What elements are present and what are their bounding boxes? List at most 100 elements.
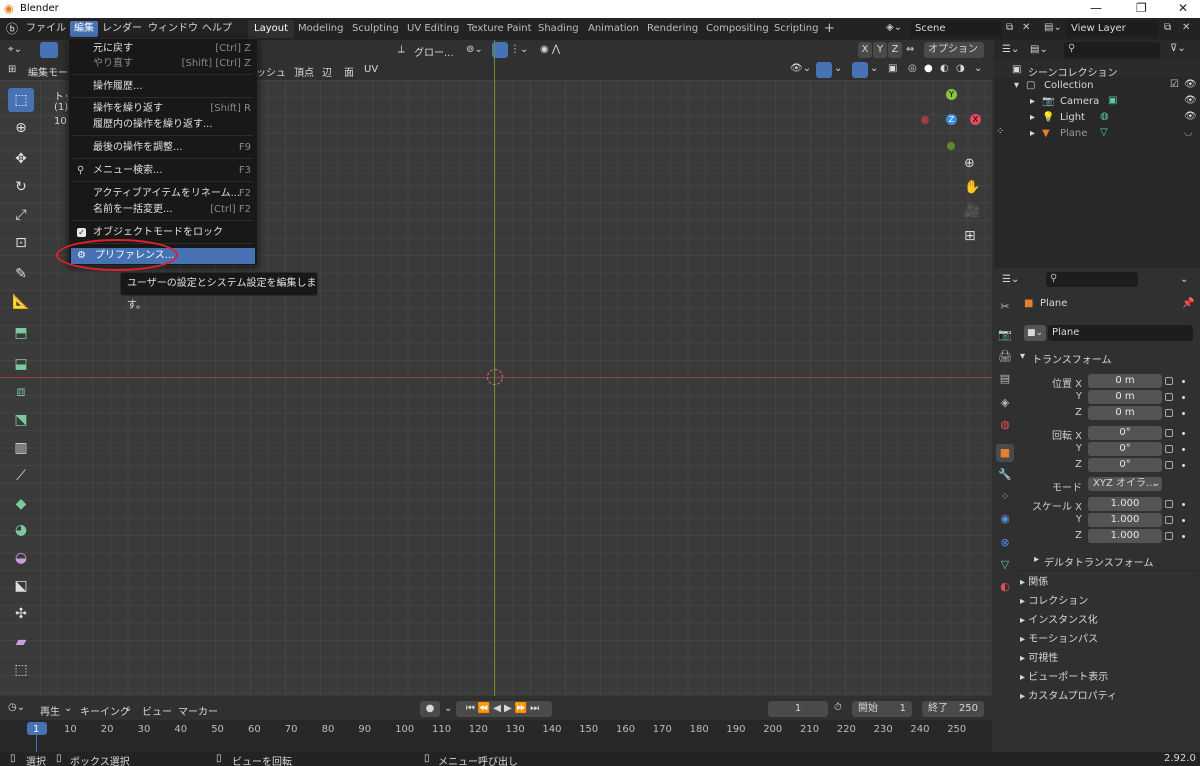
rotation-x-field[interactable]: 0° (1088, 426, 1162, 440)
visibility-icon[interactable]: 👁⌄ (790, 63, 811, 74)
output-tab-icon[interactable]: 🖨 (996, 348, 1014, 366)
constraints-tab-icon[interactable]: ⊗ (996, 534, 1014, 552)
camera-data-icon[interactable]: ▣ (1108, 95, 1117, 106)
gizmo-y-icon[interactable]: Y (946, 89, 957, 100)
menu-item-undo[interactable]: 元に戻す [Ctrl] Z (69, 41, 257, 57)
menu-help[interactable]: ヘルプ (198, 21, 236, 37)
edge-slide-tool-icon[interactable]: ⬕ (8, 574, 34, 598)
snap-target-icon[interactable]: ⋮⌄ (510, 44, 528, 55)
rendered-shading-icon[interactable]: ◑ (956, 63, 965, 74)
smooth-tool-icon[interactable]: ◒ (8, 546, 34, 570)
pin-icon[interactable]: 📌 (1182, 298, 1194, 309)
menu-view[interactable]: ビュー (142, 703, 172, 718)
tab-animation[interactable]: Animation (582, 20, 645, 38)
lock-icon[interactable] (1165, 393, 1173, 401)
close-icon[interactable]: ✕ (1178, 1, 1188, 15)
record-icon[interactable]: ● (420, 701, 440, 717)
solid-shading-icon[interactable]: ● (924, 63, 933, 74)
outliner-editor-icon[interactable]: ☰⌄ (1002, 44, 1019, 55)
shear-tool-icon[interactable]: ▰ (8, 630, 34, 654)
editor-type-icon[interactable]: ⌖⌄ (8, 44, 22, 55)
menu-item-repeat-last[interactable]: 操作を繰り返す [Shift] R (69, 101, 257, 117)
menu-playback[interactable]: 再生 (40, 703, 60, 718)
lock-icon[interactable] (1165, 516, 1173, 524)
material-tab-icon[interactable]: ◐ (996, 578, 1014, 596)
shading-options-icon[interactable]: ⌄ (974, 63, 982, 74)
camera-label[interactable]: Camera (1060, 96, 1099, 107)
menu-uv[interactable]: UV (364, 64, 378, 75)
menu-mesh[interactable]: ッシュ (256, 64, 286, 79)
lock-icon[interactable] (1165, 409, 1173, 417)
gizmo-z-icon[interactable]: Z (946, 114, 957, 125)
lock-icon[interactable] (1165, 532, 1173, 540)
annotate-tool-icon[interactable]: ✎ (8, 262, 34, 286)
mirror-y-button[interactable]: Y (873, 42, 887, 58)
lock-icon[interactable] (1165, 377, 1173, 385)
properties-options-icon[interactable]: ⌄ (1180, 274, 1188, 285)
plane-eye-hidden-icon[interactable]: ◡ (1184, 127, 1193, 138)
proportional-edit-icon[interactable]: ◉ ⋀ (540, 44, 560, 55)
stopwatch-icon[interactable]: ⏱ (834, 702, 842, 713)
tab-sculpting[interactable]: Sculpting (346, 20, 405, 38)
menu-item-redo[interactable]: やり直す [Shift] [Ctrl] Z (69, 56, 257, 72)
view-icon[interactable]: ⊞ (8, 64, 16, 75)
tool-tab-icon[interactable]: ✂ (996, 298, 1014, 316)
modifier-tab-icon[interactable]: 🔧 (996, 466, 1014, 484)
extrude-tool-icon[interactable]: ⬓ (8, 352, 34, 376)
menu-item-adjust-last[interactable]: 最後の操作を調整... F9 (69, 140, 257, 156)
plane-mesh-icon[interactable]: ▽ (1100, 127, 1108, 138)
options-dropdown[interactable]: オプション ⌄ (924, 42, 984, 71)
wireframe-shading-icon[interactable]: ◎ (908, 63, 917, 74)
visibility-panel[interactable]: ▸ 可視性 (1020, 649, 1058, 664)
menu-item-search[interactable]: ⚲ メニュー検索... F3 (69, 163, 257, 179)
view-layer-field[interactable]: View Layer (1066, 21, 1158, 37)
add-cube-tool-icon[interactable]: ⬒ (8, 321, 34, 345)
gizmo-neg-x-icon[interactable] (921, 116, 929, 124)
lock-icon[interactable] (1165, 445, 1173, 453)
timeline-editor-icon[interactable]: ◷⌄ (8, 702, 25, 713)
gizmo-toggle-icon[interactable] (816, 62, 832, 78)
delta-transform-panel[interactable]: デルタトランスフォーム (1044, 554, 1154, 569)
menu-item-undo-history[interactable]: 操作履歴... (69, 79, 257, 95)
spin-tool-icon[interactable]: ◕ (8, 518, 34, 542)
object-name-field[interactable]: Plane (1048, 325, 1193, 341)
tab-uv-editing[interactable]: UV Editing (401, 20, 465, 38)
motion-paths-panel[interactable]: ▸ モーションパス (1020, 630, 1098, 645)
pan-hand-icon[interactable]: ✋ (964, 180, 980, 195)
keyframe-dot-icon[interactable] (1182, 412, 1185, 415)
knife-tool-icon[interactable]: ⟋ (8, 464, 34, 488)
outliner-search-input[interactable]: ⚲ (1064, 42, 1160, 58)
mirror-options-icon[interactable]: ⇔ (906, 44, 914, 55)
tab-shading[interactable]: Shading (532, 20, 585, 38)
xray-icon[interactable]: ▣ (888, 63, 897, 74)
rotate-tool-icon[interactable]: ↻ (8, 175, 34, 199)
shrink-tool-icon[interactable]: ✣ (8, 602, 34, 626)
scene-icon[interactable]: ◈⌄ (886, 22, 902, 33)
lock-icon[interactable] (1165, 461, 1173, 469)
menu-item-lock-object-mode[interactable]: ✓ オブジェクトモードをロック (69, 225, 257, 241)
properties-editor-icon[interactable]: ☰⌄ (1002, 274, 1019, 285)
lock-icon[interactable] (1165, 429, 1173, 437)
checkbox-checked-icon[interactable]: ✓ (77, 228, 86, 237)
transform-panel-title[interactable]: トランスフォーム (1032, 351, 1112, 366)
minimize-icon[interactable]: — (1090, 1, 1102, 15)
display-mode-icon[interactable]: ▤⌄ (1030, 44, 1048, 55)
end-frame-field[interactable]: 終了 250 (922, 701, 984, 717)
scene-name-field[interactable]: Scene (910, 21, 1002, 37)
collection-checkbox-icon[interactable]: ☑ (1170, 79, 1179, 90)
poly-build-tool-icon[interactable]: ◆ (8, 492, 34, 516)
menu-marker[interactable]: マーカー (178, 703, 218, 718)
ortho-grid-icon[interactable]: ⊞ (964, 228, 976, 244)
tab-rendering[interactable]: Rendering (641, 20, 704, 38)
menu-item-repeat-history[interactable]: 履歴内の操作を繰り返す... (69, 117, 257, 133)
object-tab-icon[interactable]: ■ (996, 444, 1014, 462)
camera-eye-icon[interactable]: 👁 (1184, 95, 1197, 106)
light-label[interactable]: Light (1060, 112, 1085, 123)
tab-compositing[interactable]: Compositing (700, 20, 775, 38)
scale-y-field[interactable]: 1.000 (1088, 513, 1162, 527)
blender-menu-icon[interactable]: ⓑ (2, 21, 22, 37)
render-tab-icon[interactable]: 📷 (996, 326, 1014, 344)
transform-orientation[interactable]: グロー... (414, 44, 454, 59)
tab-modeling[interactable]: Modeling (292, 20, 350, 38)
properties-search-input[interactable]: ⚲ (1046, 272, 1138, 287)
